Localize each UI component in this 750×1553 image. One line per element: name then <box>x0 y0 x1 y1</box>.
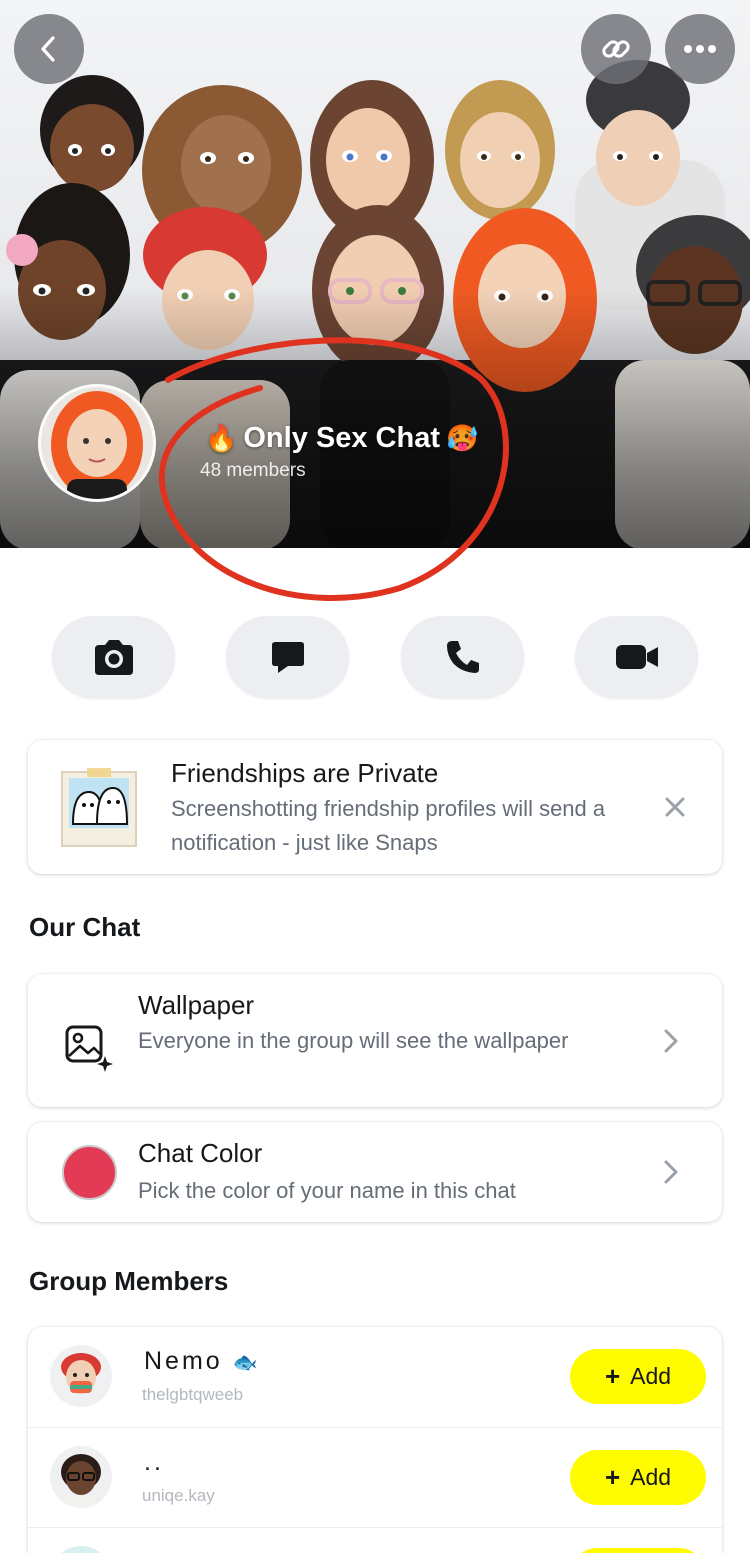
privacy-body: Screenshotting friendship profiles will … <box>171 796 606 855</box>
fish-emoji: 🐟 <box>232 1352 258 1374</box>
dismiss-button[interactable] <box>660 792 690 822</box>
list-item[interactable] <box>28 1527 722 1553</box>
group-members-list: Nemo 🐟 thelgbtqweeb + Add .. uniqe.kay +… <box>28 1327 722 1553</box>
camera-icon <box>94 640 133 675</box>
back-button[interactable] <box>14 14 84 84</box>
chat-bubble-icon <box>271 642 304 673</box>
wallpaper-setting[interactable]: Wallpaper Everyone in the group will see… <box>28 974 722 1107</box>
add-friend-button[interactable]: + Add <box>570 1450 706 1505</box>
close-icon <box>665 797 685 817</box>
list-item[interactable]: .. uniqe.kay + Add <box>28 1427 722 1527</box>
wallpaper-icon <box>65 1025 113 1072</box>
chevron-right-icon <box>664 1029 678 1053</box>
camera-button[interactable] <box>52 616 175 698</box>
section-heading-our-chat: Our Chat <box>29 912 141 942</box>
privacy-notice-card: Friendships are Private Screenshotting f… <box>28 740 722 874</box>
add-label: Add <box>630 1464 672 1490</box>
more-options-button[interactable] <box>665 14 735 84</box>
list-item[interactable]: Nemo 🐟 thelgbtqweeb + Add <box>28 1327 722 1427</box>
member-name-text: Nemo <box>144 1347 223 1375</box>
phone-icon <box>446 641 479 673</box>
ghost-photo-icon <box>61 768 137 847</box>
red-annotation-circle <box>158 337 509 601</box>
member-name: Nemo 🐟 <box>144 1347 258 1376</box>
chevron-right-icon <box>664 1160 678 1184</box>
member-name-text: .. <box>144 1448 164 1476</box>
group-avatar[interactable] <box>38 384 156 502</box>
video-icon <box>615 645 658 669</box>
chat-color-title: Chat Color <box>138 1138 263 1168</box>
member-bitmoji <box>61 1454 101 1508</box>
wallpaper-title: Wallpaper <box>138 990 255 1020</box>
add-friend-button[interactable] <box>570 1548 706 1553</box>
video-call-button[interactable] <box>575 616 698 698</box>
share-link-button[interactable] <box>581 14 651 84</box>
add-friend-button[interactable]: + Add <box>570 1349 706 1404</box>
more-horizontal-icon <box>684 45 716 53</box>
quick-actions <box>52 616 702 698</box>
wallpaper-subtitle: Everyone in the group will see the wallp… <box>138 1028 569 1053</box>
bitmoji-4 <box>445 80 555 220</box>
avatar <box>50 1345 112 1407</box>
member-username: thelgbtqweeb <box>142 1385 244 1404</box>
member-name: .. <box>144 1448 164 1477</box>
member-bitmoji <box>61 1353 101 1394</box>
section-heading-group-members: Group Members <box>29 1266 229 1296</box>
chat-color-swatch <box>62 1145 117 1200</box>
member-username: uniqe.kay <box>142 1486 215 1505</box>
chevron-left-icon <box>41 36 55 62</box>
bitmoji-1 <box>40 75 144 192</box>
plus-icon: + <box>604 1462 621 1492</box>
avatar-bitmoji-illustration <box>51 391 143 499</box>
privacy-title: Friendships are Private <box>171 758 439 788</box>
avatar <box>50 1546 112 1553</box>
add-label: Add <box>630 1363 672 1389</box>
chat-color-setting[interactable]: Chat Color Pick the color of your name i… <box>28 1122 722 1222</box>
avatar <box>50 1446 112 1508</box>
plus-icon: + <box>604 1361 621 1391</box>
chat-color-subtitle: Pick the color of your name in this chat <box>138 1178 516 1203</box>
chat-button[interactable] <box>226 616 349 698</box>
voice-call-button[interactable] <box>401 616 524 698</box>
link-icon <box>602 40 630 58</box>
